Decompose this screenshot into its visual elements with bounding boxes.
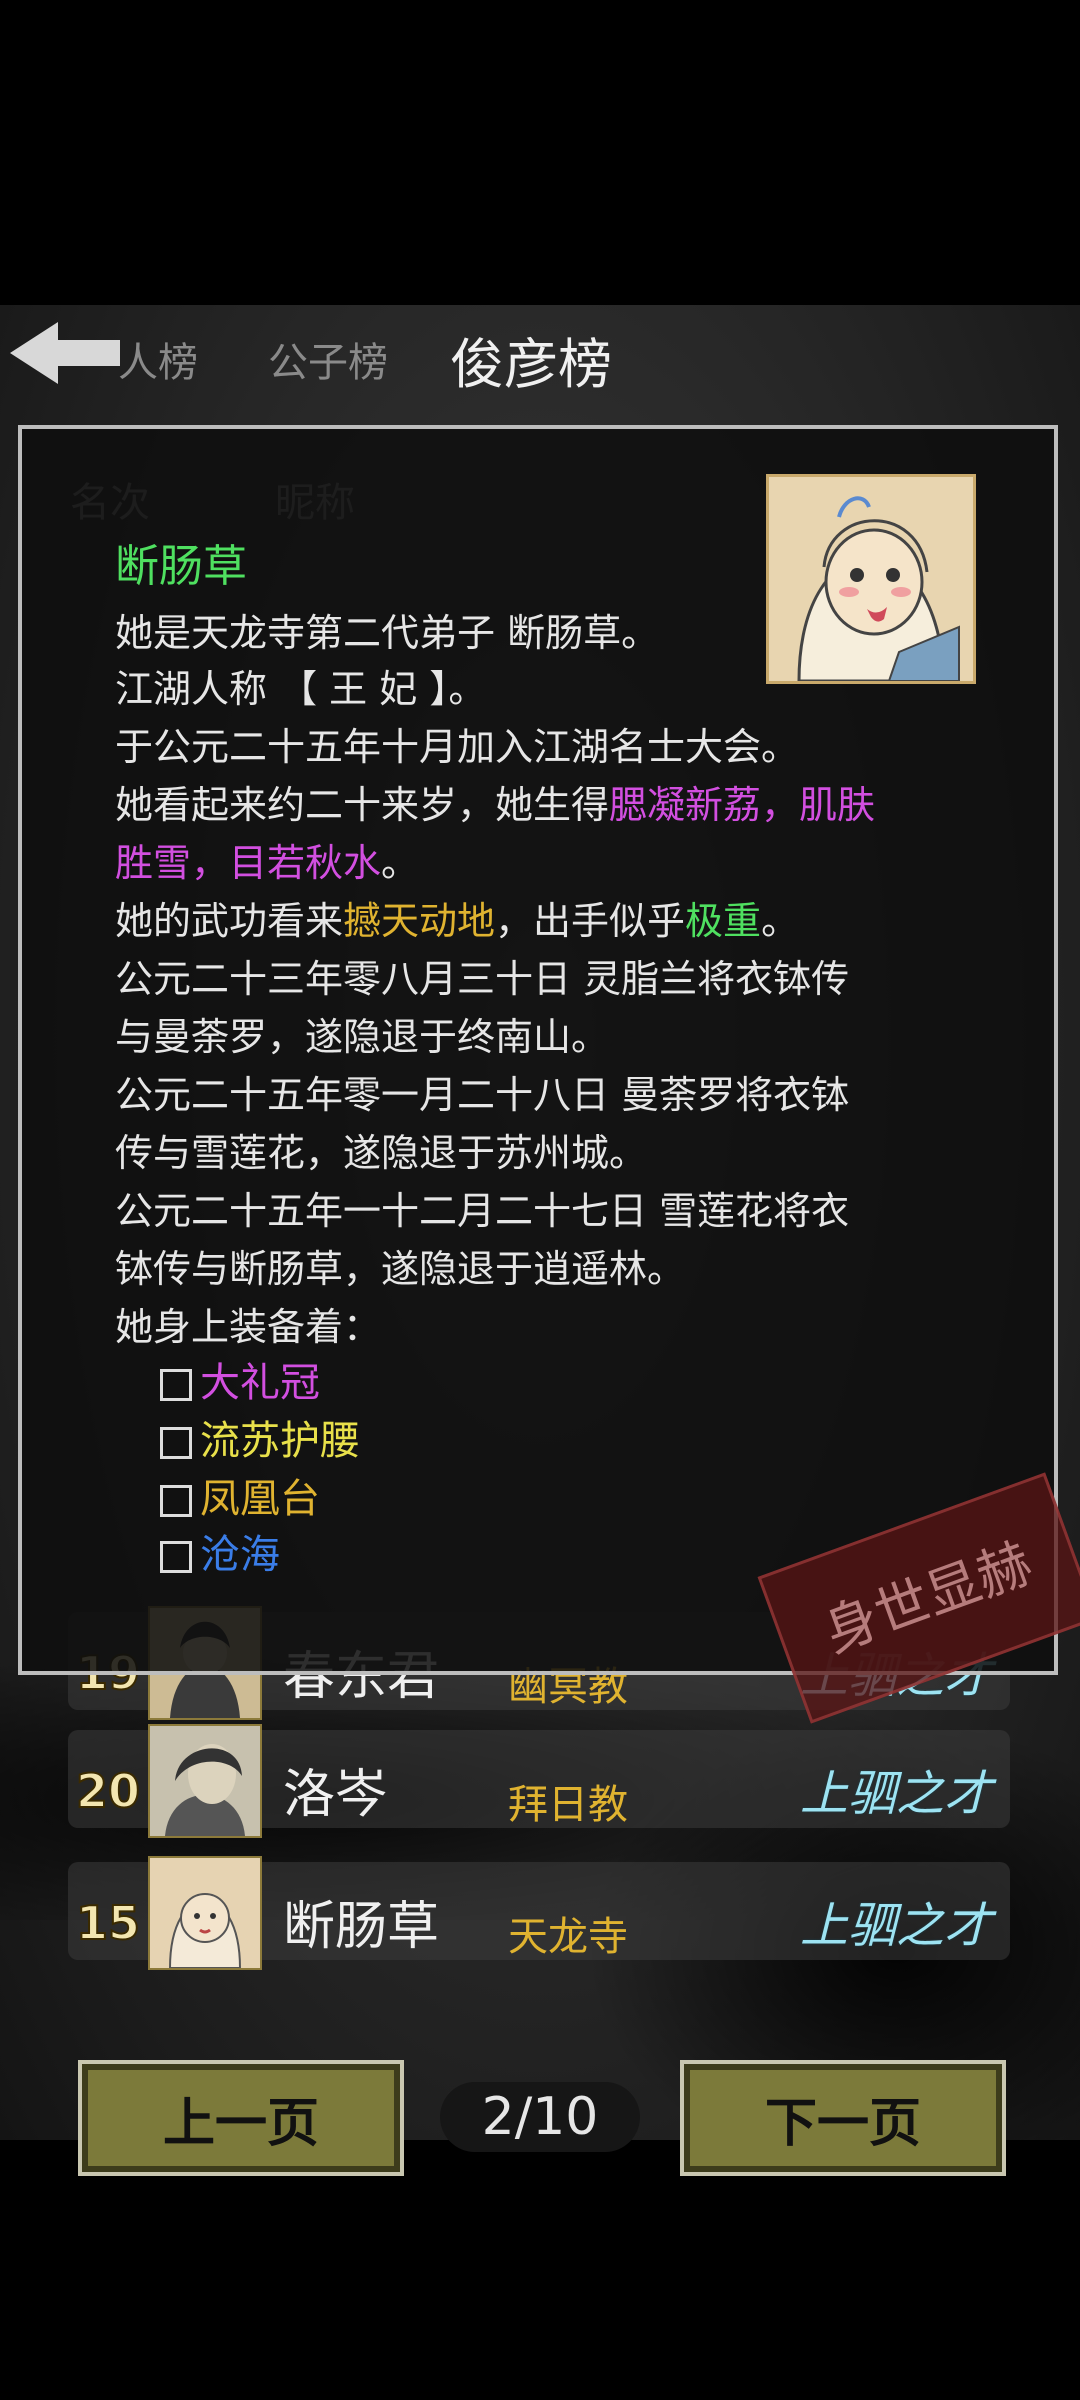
tab-gongzi-ranking[interactable]: 公子榜 — [268, 330, 388, 388]
bio-line: 她看起来约二十来岁，她生得腮凝新荔，肌肤 — [115, 774, 875, 829]
list-item[interactable]: 20 洛岑 拜日教 上驷之才 — [68, 1724, 1010, 1838]
character-portrait — [766, 474, 976, 684]
equipment-item[interactable]: 沧海 — [160, 1522, 280, 1580]
bio-line: 她身上装备着： — [115, 1305, 382, 1349]
row-name: 洛岑 — [283, 1765, 388, 1825]
bio-line: 于公元二十五年十月加入江湖名士大会。 — [115, 725, 800, 769]
checkbox-icon — [160, 1541, 192, 1573]
appearance-highlight: 胜雪，目若秋水 — [115, 841, 382, 885]
bio-text: ，出手似乎 — [495, 899, 686, 943]
equipment-name: 沧海 — [200, 1532, 280, 1578]
next-page-button[interactable]: 下一页 — [680, 2060, 1006, 2176]
equipment-name: 凤凰台 — [200, 1476, 320, 1522]
strike-highlight: 极重 — [685, 899, 762, 943]
bio-line: 她是天龙寺第二代弟子 断肠草。 — [115, 611, 660, 655]
bio-text: 她看起来约二十来岁，她生得 — [115, 783, 610, 827]
list-item[interactable]: 15 断肠草 天龙寺 上驷之才 — [68, 1856, 1010, 1970]
bio-line: 钵传与断肠草，遂隐退于逍遥林。 — [115, 1247, 686, 1291]
checkbox-icon — [160, 1485, 192, 1517]
bio-text: 她的武功看来 — [115, 899, 344, 943]
row-title: 上驷之才 — [799, 1766, 992, 1822]
appearance-highlight: 腮凝新荔，肌肤 — [609, 783, 876, 827]
checkbox-icon — [160, 1369, 192, 1401]
tab-junyan-ranking[interactable]: 俊彦榜 — [450, 320, 612, 399]
avatar — [148, 1856, 262, 1970]
equipment-item[interactable]: 大礼冠 — [160, 1350, 320, 1408]
rank-number: 20 — [75, 1763, 141, 1819]
equipment-item[interactable]: 流苏护腰 — [160, 1408, 360, 1466]
row-name: 断肠草 — [283, 1897, 440, 1957]
character-name: 断肠草 — [115, 541, 247, 592]
bio-text: 。 — [381, 841, 420, 885]
checkbox-icon — [160, 1427, 192, 1459]
bio-line: 江湖人称 【 王 妃 】。 — [115, 667, 487, 711]
row-sect: 拜日教 — [508, 1782, 628, 1828]
equipment-item[interactable]: 凤凰台 — [160, 1466, 320, 1524]
bio-line: 她的武功看来撼天动地，出手似乎极重。 — [115, 890, 799, 945]
bio-line: 与曼荼罗，遂隐退于终南山。 — [115, 1015, 610, 1059]
bio-line: 公元二十五年零一月二十八日 曼荼罗将衣钵 — [115, 1073, 850, 1117]
back-arrow-icon[interactable] — [10, 322, 120, 384]
rank-number: 15 — [75, 1895, 141, 1951]
bio-line: 公元二十三年零八月三十日 灵脂兰将衣钵传 — [115, 957, 850, 1001]
equipment-name: 大礼冠 — [200, 1360, 320, 1406]
prev-page-button[interactable]: 上一页 — [78, 2060, 404, 2176]
bio-line: 公元二十五年一十二月二十七日 雪莲花将衣 — [115, 1189, 850, 1233]
bio-line: 胜雪，目若秋水。 — [115, 832, 419, 887]
martial-highlight: 撼天动地 — [343, 899, 496, 943]
equipment-name: 流苏护腰 — [200, 1418, 360, 1464]
bio-text: 。 — [761, 899, 800, 943]
row-title: 上驷之才 — [799, 1898, 992, 1954]
page-indicator: 2/10 — [440, 2082, 640, 2152]
tab-people-ranking[interactable]: 人榜 — [118, 330, 198, 388]
bio-line: 传与雪莲花，遂隐退于苏州城。 — [115, 1131, 648, 1175]
row-sect: 天龙寺 — [508, 1914, 628, 1960]
avatar — [148, 1724, 262, 1838]
